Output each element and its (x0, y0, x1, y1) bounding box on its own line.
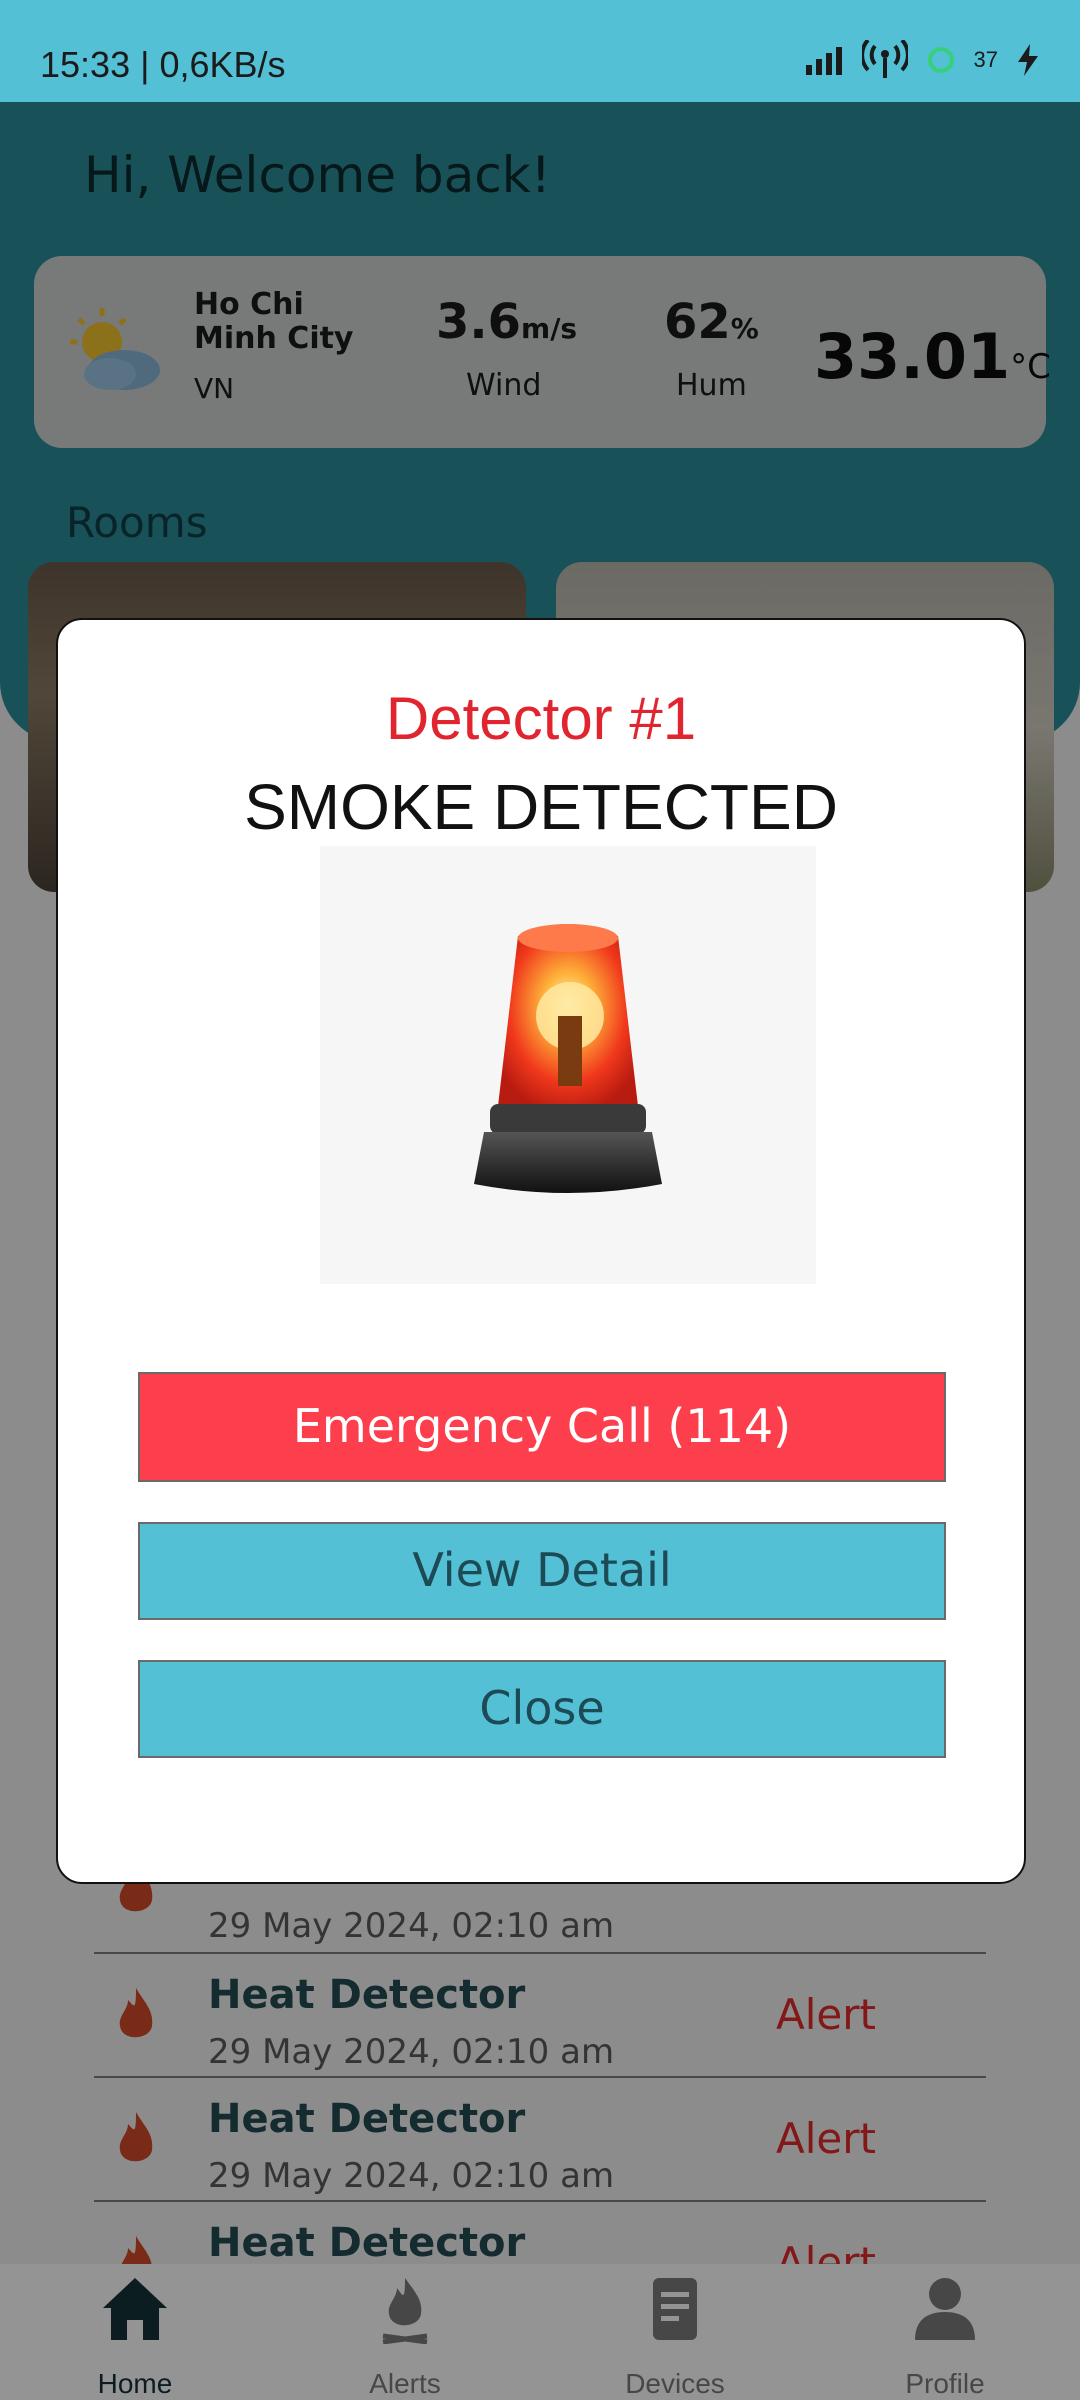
close-button[interactable]: Close (138, 1660, 946, 1758)
siren-image (320, 846, 816, 1284)
charging-icon (1018, 44, 1038, 76)
smoke-alert-dialog: Detector #1 SMOKE DETECTED Emergency Cal… (56, 618, 1026, 1884)
emergency-call-button[interactable]: Emergency Call (114) (138, 1372, 946, 1482)
alarm-siren-icon (474, 924, 662, 1193)
battery-level: 37 (973, 47, 998, 72)
signal-icon (805, 47, 842, 75)
hotspot-icon (861, 40, 908, 78)
alert-message: SMOKE DETECTED (244, 771, 838, 843)
battery-icon (927, 47, 954, 73)
view-detail-button[interactable]: View Detail (138, 1522, 946, 1620)
status-icons: 37 (804, 40, 1040, 80)
status-bar: 15:33 | 0,6KB/s 37 (0, 0, 1080, 102)
detector-title: Detector #1 (385, 685, 697, 752)
status-time: 15:33 | 0,6KB/s (40, 44, 286, 85)
